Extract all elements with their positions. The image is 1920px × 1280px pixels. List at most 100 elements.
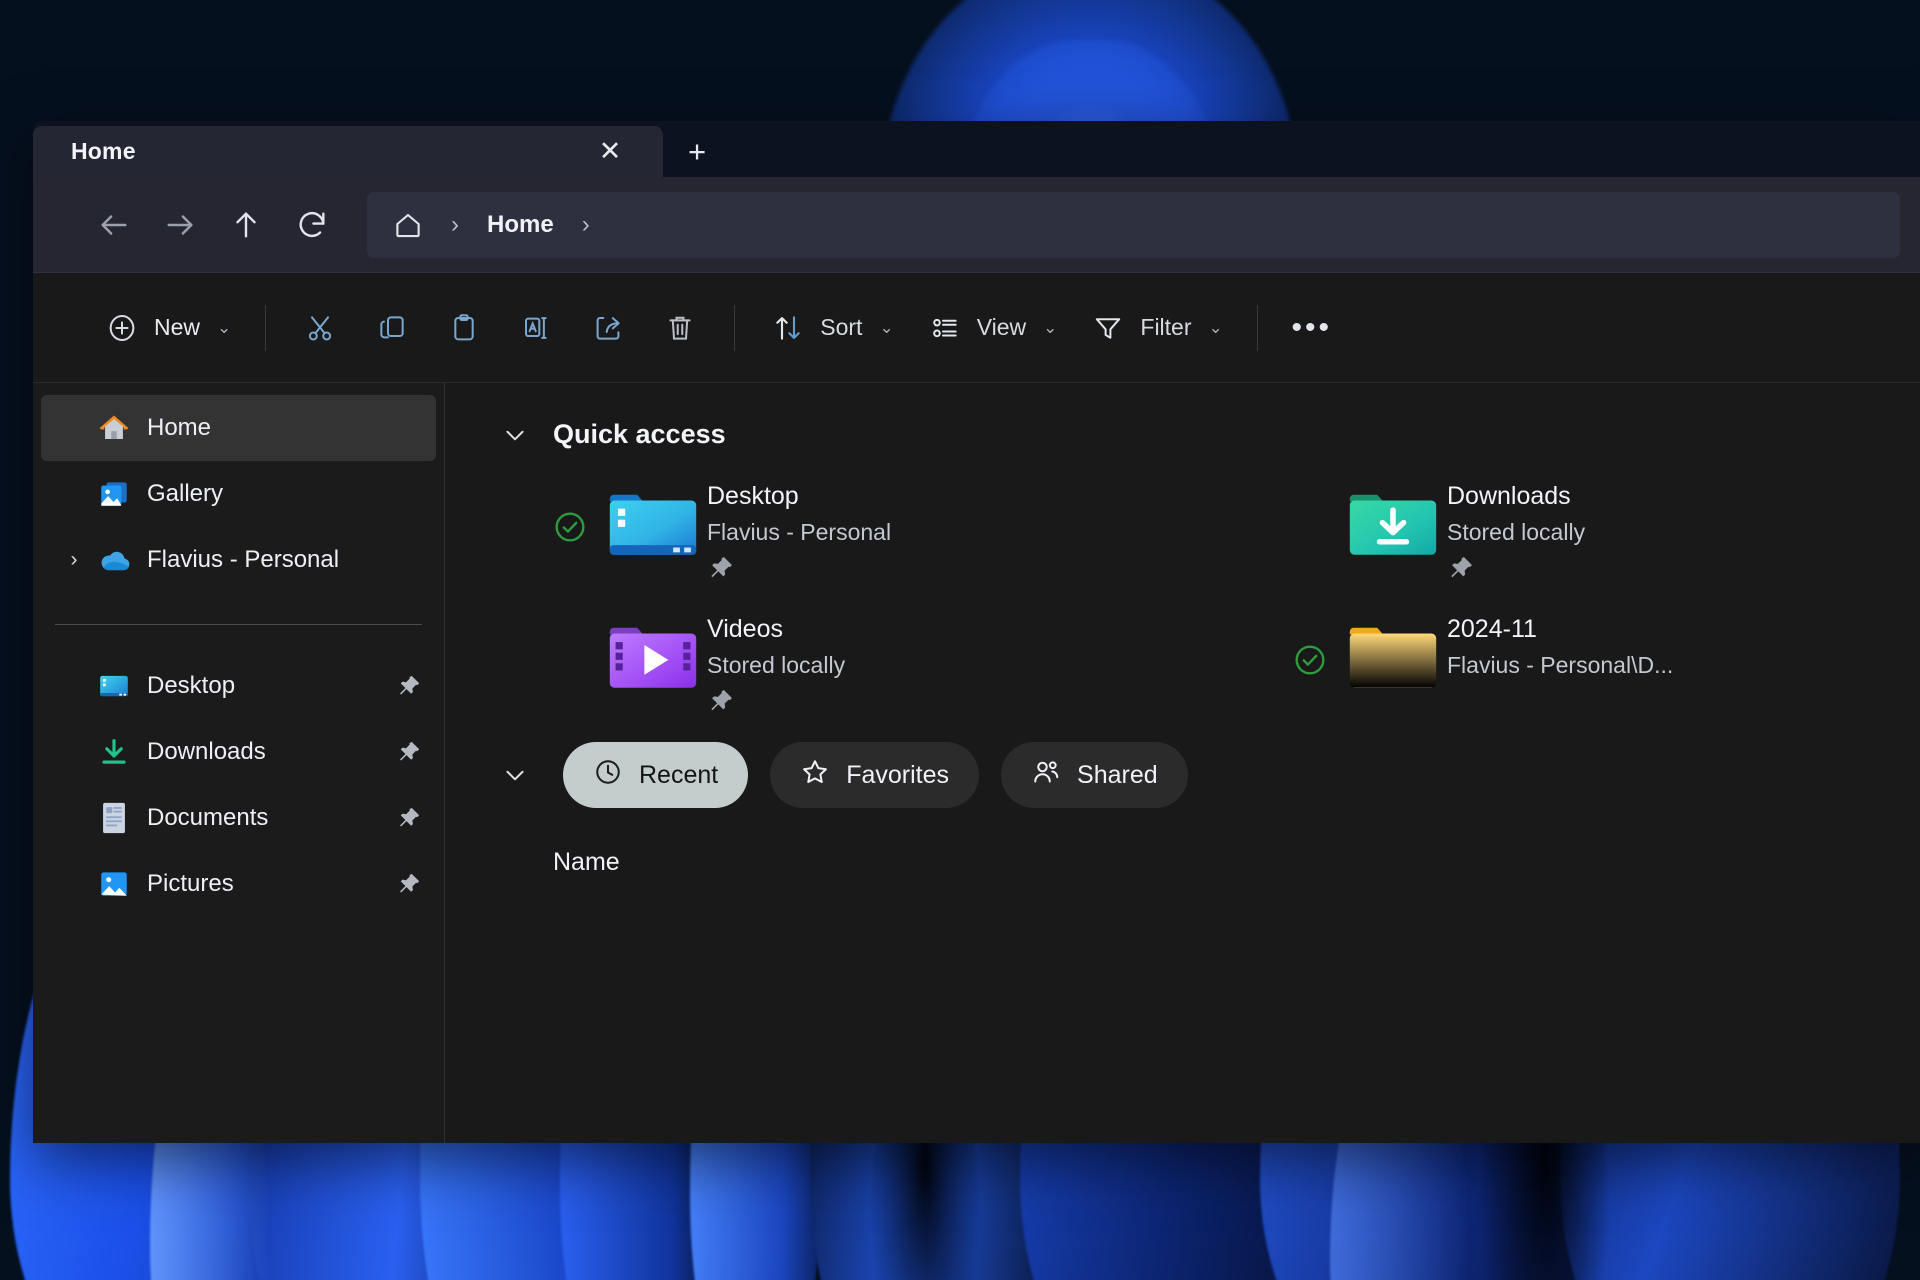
cloud-status-empty — [1281, 480, 1339, 510]
pin-icon[interactable] — [392, 735, 426, 769]
sidebar-item-label: Desktop — [147, 672, 236, 699]
paste-glyph — [445, 309, 483, 347]
new-button[interactable]: New ⌄ — [87, 297, 247, 359]
tab-favorites[interactable]: Favorites — [770, 742, 980, 808]
content-tabs: Recent Favorites Shared — [445, 720, 1920, 808]
chevron-placeholder: › — [57, 674, 91, 698]
chevron-down-icon: ⌄ — [1208, 317, 1223, 337]
home-colored-icon — [91, 408, 137, 448]
sidebar-item-gallery[interactable]: › Gallery — [41, 461, 436, 527]
sidebar-item-label: Flavius - Personal — [147, 546, 340, 573]
view-button-label: View — [976, 314, 1027, 340]
rename-icon[interactable] — [500, 297, 572, 359]
pin-icon — [1447, 554, 1585, 587]
filter-icon — [1089, 309, 1127, 347]
people-icon — [1031, 757, 1061, 794]
chevron-right-icon[interactable]: › — [57, 548, 91, 572]
chevron-down-icon: ⌄ — [879, 317, 894, 337]
sidebar-item-pictures[interactable]: › Pictures — [41, 851, 436, 917]
column-header-name[interactable]: Name — [445, 808, 1920, 877]
tab-recent-label: Recent — [639, 760, 719, 789]
address-bar[interactable]: › Home › — [367, 191, 1900, 258]
delete-icon[interactable] — [644, 297, 716, 359]
forward-arrow-icon[interactable] — [147, 192, 213, 258]
sort-button[interactable]: Sort ⌄ — [753, 297, 909, 359]
toolbar-divider-2 — [734, 304, 736, 351]
sidebar-item-home[interactable]: › Home — [41, 395, 436, 461]
desktop-folder-icon — [91, 666, 137, 706]
tab-home[interactable]: Home ✕ — [33, 126, 663, 177]
navigation-bar: › Home › — [33, 177, 1920, 273]
explorer-body: › Home › — [33, 383, 1920, 1143]
copy-icon[interactable] — [356, 297, 428, 359]
generic-folder-icon — [1339, 613, 1447, 696]
quick-access-item-videos[interactable]: Videos Stored locally — [541, 613, 1281, 720]
downloads-arrow-icon — [91, 732, 137, 772]
quick-access-item-2024-11[interactable]: 2024-11 Flavius - Personal\D... — [1281, 613, 1920, 720]
cut-icon[interactable] — [284, 297, 356, 359]
quick-access-item-desktop[interactable]: Desktop Flavius - Personal — [541, 480, 1281, 587]
chevron-down-icon[interactable] — [489, 422, 541, 448]
back-arrow-icon[interactable] — [81, 192, 147, 258]
new-button-label: New — [154, 314, 201, 340]
sidebar-item-label: Home — [147, 414, 212, 441]
refresh-icon[interactable] — [279, 192, 345, 258]
chevron-down-icon[interactable] — [489, 762, 541, 788]
chevron-down-icon: ⌄ — [1043, 317, 1058, 337]
documents-icon — [91, 798, 137, 838]
tab-shared[interactable]: Shared — [1001, 742, 1188, 808]
item-subtitle: Flavius - Personal — [707, 519, 892, 545]
share-icon[interactable] — [572, 297, 644, 359]
quick-access-text: 2024-11 Flavius - Personal\D... — [1447, 613, 1673, 679]
command-bar: New ⌄ Sort ⌄ View ⌄ Filter ⌄ ••• — [33, 273, 1920, 383]
up-arrow-icon[interactable] — [213, 192, 279, 258]
item-subtitle: Stored locally — [1447, 519, 1586, 545]
pin-icon[interactable] — [392, 801, 426, 835]
item-subtitle: Flavius - Personal\D... — [1447, 652, 1674, 678]
desktop-folder-icon — [599, 480, 707, 563]
quick-access-item-downloads[interactable]: Downloads Stored locally — [1281, 480, 1920, 587]
filter-button-label: Filter — [1140, 314, 1192, 340]
view-button[interactable]: View ⌄ — [910, 297, 1074, 359]
sidebar-item-label: Downloads — [147, 738, 266, 765]
copy-glyph — [373, 309, 411, 347]
sidebar-item-downloads[interactable]: › Downloads — [41, 719, 436, 785]
close-icon[interactable]: ✕ — [591, 133, 629, 171]
pin-icon[interactable] — [392, 669, 426, 703]
chevron-placeholder: › — [57, 806, 91, 830]
paste-icon[interactable] — [428, 297, 500, 359]
quick-access-text: Videos Stored locally — [707, 613, 845, 720]
tab-recent[interactable]: Recent — [563, 742, 749, 808]
filter-button[interactable]: Filter ⌄ — [1073, 297, 1238, 359]
chevron-placeholder: › — [57, 416, 91, 440]
content-pane: Quick access Desktop Flavius - Personal … — [445, 383, 1920, 1143]
pin-icon[interactable] — [392, 867, 426, 901]
plus-circle-icon — [103, 309, 141, 347]
sidebar-item-documents[interactable]: › Documents — [41, 785, 436, 851]
cloud-synced-icon — [541, 480, 599, 544]
quick-access-text: Desktop Flavius - Personal — [707, 480, 891, 587]
more-options-icon[interactable]: ••• — [1276, 297, 1348, 359]
breadcrumb-separator-2[interactable]: › — [566, 211, 606, 239]
pin-icon — [707, 687, 845, 720]
tab-favorites-label: Favorites — [846, 760, 950, 789]
sidebar-item-label: Gallery — [147, 480, 224, 507]
quick-access-grid: Desktop Flavius - Personal Downloads Sto… — [445, 450, 1920, 720]
breadcrumb-separator-1[interactable]: › — [435, 211, 475, 239]
new-tab-button[interactable]: + — [663, 126, 731, 177]
breadcrumb-home[interactable]: Home — [479, 211, 562, 239]
quick-access-text: Downloads Stored locally — [1447, 480, 1585, 587]
item-subtitle: Stored locally — [707, 652, 846, 678]
view-icon — [926, 309, 964, 347]
downloads-folder-icon — [1339, 480, 1447, 563]
chevron-down-icon: ⌄ — [217, 317, 232, 337]
toolbar-divider-1 — [265, 304, 267, 351]
item-name: Downloads — [1447, 482, 1571, 510]
sort-icon — [769, 309, 807, 347]
sidebar-item-desktop[interactable]: › Desktop — [41, 653, 436, 719]
tab-shared-label: Shared — [1077, 760, 1158, 789]
home-icon[interactable] — [385, 202, 431, 248]
chevron-placeholder: › — [57, 482, 91, 506]
sidebar-item-flavius-personal[interactable]: › Flavius - Personal — [41, 527, 436, 593]
item-name: Videos — [707, 615, 783, 643]
